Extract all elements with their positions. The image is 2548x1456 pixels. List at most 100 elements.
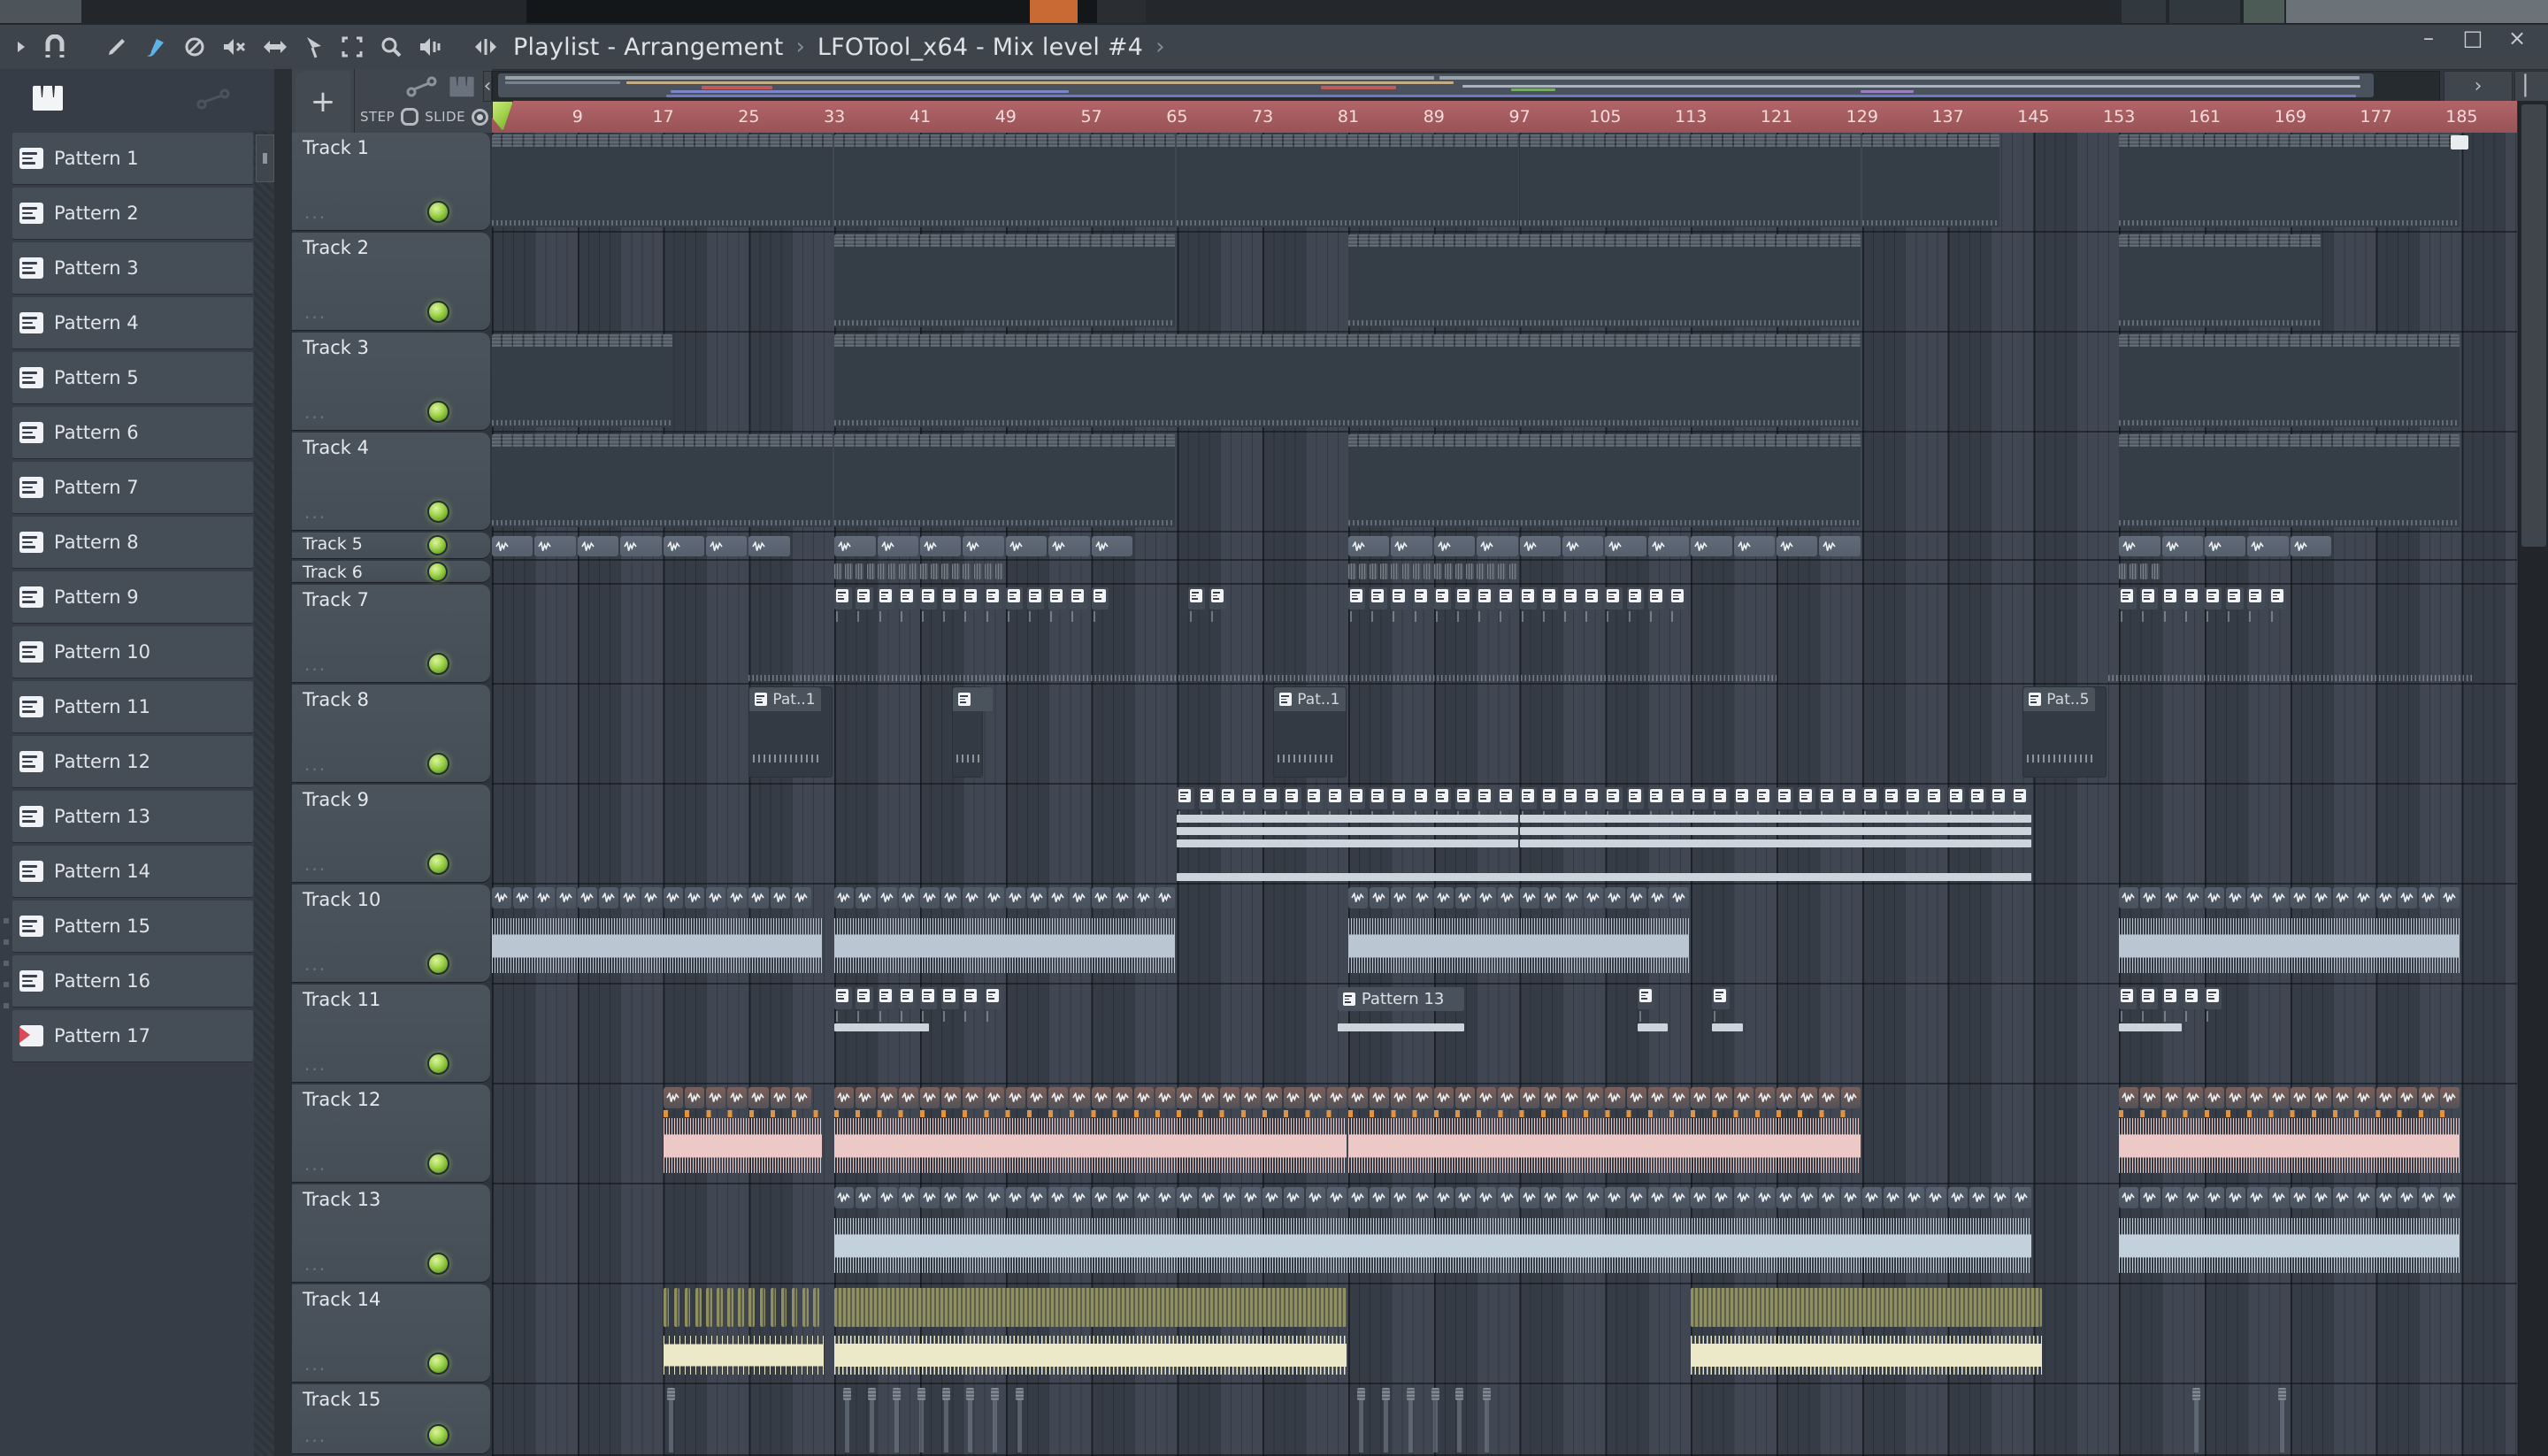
pattern-clip[interactable]	[1498, 787, 1516, 809]
pattern-clip[interactable]	[1412, 587, 1430, 609]
pattern-clip[interactable]	[1733, 787, 1751, 809]
audio-strip-clip[interactable]	[706, 1288, 712, 1327]
pattern-clip[interactable]	[2205, 987, 2222, 1009]
step-toggle[interactable]	[401, 108, 419, 126]
audio-clip[interactable]	[2247, 1187, 2268, 1208]
pattern-clip[interactable]	[898, 587, 917, 609]
audio-strip-clip[interactable]	[738, 1288, 744, 1327]
pattern-item-5[interactable]: Pattern 5	[12, 352, 253, 403]
audio-clip[interactable]	[1519, 536, 1561, 556]
pattern-clip-labeled[interactable]: Pattern 13	[1337, 987, 1465, 1011]
audio-clip[interactable]	[1391, 1187, 1411, 1208]
audio-clip[interactable]	[1262, 1187, 1283, 1208]
muted-pattern-clip-group[interactable]	[834, 134, 1176, 227]
audio-clip[interactable]	[1134, 1087, 1155, 1108]
audio-clip[interactable]	[2161, 1087, 2182, 1108]
audio-clip[interactable]	[1112, 1087, 1132, 1108]
audio-clip[interactable]	[1070, 887, 1090, 908]
audio-clip[interactable]	[856, 1087, 876, 1108]
audio-clip[interactable]	[1733, 536, 1775, 556]
pattern-clip[interactable]	[1219, 787, 1238, 809]
track-options-dots[interactable]: ···	[304, 1159, 326, 1180]
delete-tool-icon[interactable]	[175, 29, 214, 65]
pattern-clip[interactable]	[1637, 987, 1655, 1009]
pattern-clip[interactable]	[1005, 587, 1024, 609]
thin-pattern-clip[interactable]	[2277, 1388, 2286, 1452]
pattern-clip[interactable]	[1626, 787, 1644, 809]
audio-clip[interactable]	[1048, 536, 1090, 556]
audio-clip[interactable]	[1626, 1187, 1646, 1208]
audio-strip-clip[interactable]	[770, 1288, 777, 1327]
audio-clip[interactable]	[556, 887, 576, 908]
pattern-clip[interactable]	[1754, 787, 1773, 809]
audio-clip[interactable]	[1241, 1187, 1262, 1208]
mini-pattern-clip[interactable]	[920, 563, 929, 579]
track-options-dots[interactable]: ···	[304, 1259, 326, 1280]
audio-clip[interactable]	[1498, 1187, 1518, 1208]
pattern-clip[interactable]	[1798, 787, 1815, 809]
pattern-clip[interactable]	[1048, 587, 1066, 609]
audio-clip[interactable]	[920, 1187, 940, 1208]
pattern-clip[interactable]	[1433, 587, 1452, 609]
audio-clip[interactable]	[856, 887, 876, 908]
slice-tool-icon[interactable]	[295, 29, 333, 65]
audio-clip[interactable]	[577, 887, 597, 908]
audio-clip[interactable]	[963, 536, 1004, 556]
audio-clip[interactable]	[2140, 887, 2160, 908]
snap-magnet-icon[interactable]	[35, 29, 74, 65]
pattern-clip[interactable]	[1070, 587, 1087, 609]
thin-pattern-clip[interactable]	[843, 1388, 852, 1452]
audio-clip[interactable]	[941, 1187, 962, 1208]
pattern-item-1[interactable]: Pattern 1	[12, 133, 253, 184]
audio-clip[interactable]	[663, 1087, 683, 1108]
pattern-clip[interactable]	[2161, 587, 2179, 609]
pattern-item-13[interactable]: Pattern 13	[12, 791, 253, 842]
thin-pattern-clip[interactable]	[917, 1388, 925, 1452]
track-header-2[interactable]: Track 2 ···	[292, 233, 490, 330]
pattern-clip[interactable]	[941, 587, 959, 609]
audio-clip[interactable]	[2183, 1187, 2203, 1208]
audio-clip[interactable]	[1112, 887, 1132, 908]
audio-clip[interactable]	[1562, 1187, 1583, 1208]
mini-pattern-clip[interactable]	[973, 563, 982, 579]
pattern-item-6[interactable]: Pattern 6	[12, 407, 253, 458]
audio-clip[interactable]	[1691, 1087, 1711, 1108]
menu-arrow-icon[interactable]	[7, 29, 35, 65]
audio-clip[interactable]	[1091, 536, 1132, 556]
audio-clip[interactable]	[1477, 1087, 1497, 1108]
audio-clip[interactable]	[1177, 1187, 1197, 1208]
audio-clip[interactable]	[2419, 887, 2439, 908]
muted-pattern-clip-group[interactable]	[2119, 434, 2460, 527]
audio-clip[interactable]	[706, 536, 748, 556]
pattern-clip[interactable]	[2183, 987, 2201, 1009]
overview-scrollbar-thumb[interactable]	[498, 73, 2374, 97]
audio-source-waveform-icon[interactable]	[362, 76, 395, 99]
audio-clip[interactable]	[1155, 887, 1176, 908]
audio-clip[interactable]	[492, 887, 512, 908]
audio-clip[interactable]	[2333, 887, 2353, 908]
pattern-item-2[interactable]: Pattern 2	[12, 188, 253, 239]
pattern-clip[interactable]	[1947, 787, 1965, 809]
track-header-9[interactable]: Track 9 ···	[292, 785, 490, 882]
track-header-15[interactable]: Track 15 ···	[292, 1384, 490, 1453]
track-options-dots[interactable]: ···	[304, 407, 326, 428]
muted-pattern-clip-group[interactable]	[1348, 234, 1861, 327]
pattern-clip[interactable]	[1605, 587, 1623, 609]
pattern-clip[interactable]	[1712, 787, 1730, 809]
audio-clip[interactable]	[1798, 1187, 1818, 1208]
audio-clip[interactable]	[1048, 887, 1069, 908]
muted-pattern-clip-group[interactable]	[834, 434, 1176, 527]
pattern-item-4[interactable]: Pattern 4	[12, 297, 253, 349]
audio-clip[interactable]	[1284, 1087, 1304, 1108]
mini-pattern-clip[interactable]	[1444, 563, 1453, 579]
thin-pattern-clip[interactable]	[2191, 1388, 2200, 1452]
audio-clip[interactable]	[1134, 887, 1155, 908]
audio-clip[interactable]	[534, 887, 555, 908]
track-mute-led[interactable]	[427, 501, 449, 523]
audio-clip[interactable]	[2354, 1087, 2375, 1108]
audio-clip[interactable]	[577, 536, 619, 556]
track-header-13[interactable]: Track 13 ···	[292, 1184, 490, 1282]
scroll-left-button[interactable]: ‹	[483, 71, 492, 102]
audio-clip[interactable]	[748, 536, 790, 556]
mini-pattern-clip[interactable]	[1477, 563, 1485, 579]
